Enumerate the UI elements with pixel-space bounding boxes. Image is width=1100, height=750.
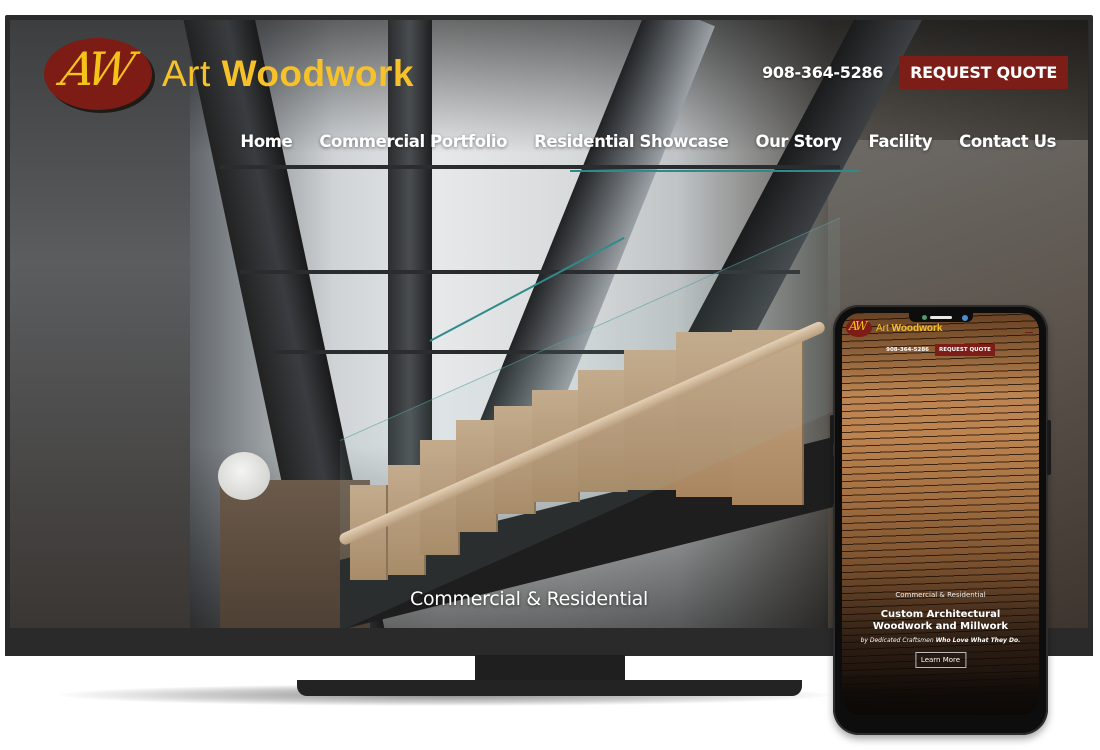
- nav-commercial-portfolio[interactable]: Commercial Portfolio: [319, 132, 507, 151]
- mobile-brand-name: Art Woodwork: [876, 322, 943, 334]
- mobile-phone: AW Art Woodwork 908-364-5286 REQUEST QUO…: [830, 305, 1051, 735]
- volume-button: [830, 415, 834, 445]
- learn-more-button[interactable]: Learn More: [914, 652, 967, 668]
- mobile-hero-subtitle: by Dedicated Craftsmen Who Love What The…: [860, 637, 1021, 644]
- phone-number-link[interactable]: 908-364-5286: [762, 63, 883, 82]
- mobile-utility-bar: 908-364-5286 REQUEST QUOTE: [842, 344, 1039, 356]
- monitor-stand-neck: [475, 655, 625, 681]
- mobile-request-quote-button[interactable]: REQUEST QUOTE: [934, 344, 995, 356]
- mobile-hero-tagline: Commercial & Residential: [895, 591, 986, 599]
- logo-monogram-icon: AW: [846, 319, 872, 337]
- mobile-screen: AW Art Woodwork 908-364-5286 REQUEST QUO…: [842, 313, 1039, 715]
- nav-residential-showcase[interactable]: Residential Showcase: [534, 132, 729, 151]
- request-quote-button[interactable]: REQUEST QUOTE: [899, 56, 1068, 89]
- main-nav: Home Commercial Portfolio Residential Sh…: [240, 132, 1056, 151]
- site-logo[interactable]: AW Art Woodwork: [44, 38, 414, 110]
- camera-icon: [962, 315, 968, 321]
- volume-button: [830, 455, 834, 505]
- mobile-site-logo[interactable]: AW Art Woodwork: [846, 319, 943, 337]
- nav-home[interactable]: Home: [240, 132, 292, 151]
- nav-contact-us[interactable]: Contact Us: [959, 132, 1056, 151]
- mobile-phone-number-link[interactable]: 908-364-5286: [886, 347, 929, 353]
- hamburger-icon[interactable]: [1025, 321, 1033, 333]
- monitor-stand-base: [297, 680, 802, 696]
- stool: [218, 452, 270, 500]
- nav-our-story[interactable]: Our Story: [755, 132, 841, 151]
- logo-monogram-icon: AW: [44, 38, 152, 110]
- utility-bar: 908-364-5286 REQUEST QUOTE: [762, 56, 1068, 89]
- brand-name: Art Woodwork: [162, 53, 414, 94]
- power-button: [1047, 420, 1051, 475]
- nav-facility[interactable]: Facility: [869, 132, 933, 151]
- mobile-hero-title: Custom Architectural Woodwork and Millwo…: [872, 609, 1009, 632]
